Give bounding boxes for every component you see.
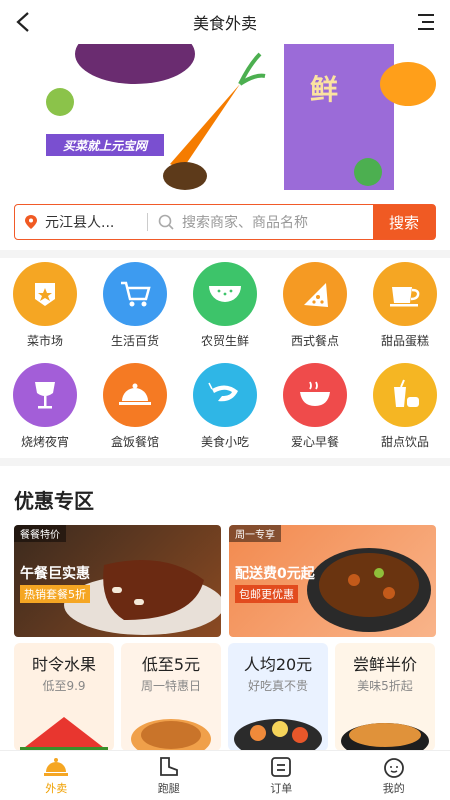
deal-card-lunch[interactable]: 餐餐特价 午餐巨实惠 热销套餐5折 — [14, 525, 221, 637]
tab-label: 外卖 — [45, 781, 68, 795]
banner-promo-label: 买菜就上元宝网 — [46, 134, 164, 156]
promo-card-20yuan[interactable]: 人均20元 好吃真不贵 — [228, 643, 328, 751]
tab-label: 跑腿 — [157, 781, 180, 795]
deal-tag: 周一专享 — [229, 525, 281, 542]
location-pin-icon — [25, 215, 37, 229]
set-meal-image — [234, 719, 322, 751]
promo-card-5yuan[interactable]: 低至5元 周一特惠日 — [121, 643, 221, 751]
category-label: 爱心早餐 — [290, 435, 339, 449]
category-label: 菜市场 — [26, 334, 63, 348]
watermelon-icon — [193, 262, 257, 326]
section-divider — [0, 250, 450, 258]
market-icon — [13, 262, 77, 326]
category-item[interactable]: 甜品蛋糕 — [360, 262, 450, 349]
pizza-icon — [283, 262, 347, 326]
location-selector[interactable]: 元江县人... — [15, 212, 147, 232]
category-label: 烧烤夜宵 — [20, 435, 69, 449]
fresh-char: 鲜 — [310, 73, 338, 106]
wine-icon — [13, 363, 77, 427]
promo-card-title: 尝鲜半价 — [352, 655, 417, 674]
tab-orders[interactable]: 订单 — [225, 751, 338, 800]
category-grid: 菜市场 生活百货 农贸生鲜 西式餐点 甜品蛋糕 烧烤夜宵 盒饭餐馆 美食小吃 爱… — [0, 262, 450, 450]
search-placeholder: 搜索商家、商品名称 — [182, 215, 308, 231]
location-text: 元江县人... — [45, 215, 115, 231]
category-label: 美食小吃 — [200, 435, 249, 449]
dish-cover-icon — [103, 363, 167, 427]
shrimp-icon — [193, 363, 257, 427]
deal-subtitle: 热销套餐5折 — [20, 585, 90, 603]
order-icon — [271, 756, 292, 777]
back-icon[interactable] — [12, 10, 36, 34]
search-input[interactable]: 搜索商家、商品名称 — [148, 212, 373, 232]
deal-card-delivery[interactable]: 周一专享 配送费0元起 包邮更优惠 — [229, 525, 436, 637]
promo-card-subtitle: 美味5折起 — [357, 679, 413, 693]
banner-illustration: 鲜 — [46, 44, 436, 190]
boot-icon — [159, 756, 178, 776]
profile-icon — [383, 757, 404, 778]
tab-takeout[interactable]: 外卖 — [0, 751, 113, 800]
category-label: 甜品蛋糕 — [380, 334, 429, 348]
tab-errand[interactable]: 跑腿 — [113, 751, 226, 800]
promo-section-title: 优惠专区 — [14, 489, 94, 513]
category-item[interactable]: 爱心早餐 — [270, 363, 360, 450]
deal-tag: 餐餐特价 — [14, 525, 66, 542]
takeout-icon — [44, 757, 69, 776]
category-item[interactable]: 盒饭餐馆 — [90, 363, 180, 450]
category-label: 甜点饮品 — [380, 435, 429, 449]
category-item[interactable]: 农贸生鲜 — [180, 262, 270, 349]
category-label: 西式餐点 — [290, 334, 339, 348]
deal-headline: 午餐巨实惠 — [20, 566, 90, 582]
deal-subtitle: 包邮更优惠 — [235, 585, 298, 603]
page-title: 美食外卖 — [192, 14, 257, 33]
category-item[interactable]: 西式餐点 — [270, 262, 360, 349]
promo-card-title: 人均20元 — [243, 655, 313, 674]
bowl-icon — [283, 363, 347, 427]
drink-icon — [373, 363, 437, 427]
bottom-tab-bar: 外卖 跑腿 订单 我的 — [0, 750, 450, 800]
deal-headline: 配送费0元起 — [235, 566, 315, 582]
tab-label: 我的 — [382, 781, 405, 795]
promo-banner[interactable]: 鲜 买菜就上元宝网 — [0, 44, 450, 194]
search-button[interactable]: 搜索 — [373, 205, 435, 239]
coffee-icon — [373, 262, 437, 326]
tab-profile[interactable]: 我的 — [338, 751, 450, 800]
promo-card-subtitle: 周一特惠日 — [140, 679, 201, 693]
promo-card-fruit[interactable]: 时令水果 低至9.9 — [14, 643, 114, 751]
promo-card-title: 低至5元 — [141, 655, 201, 674]
category-item[interactable]: 生活百货 — [90, 262, 180, 349]
promo-card-title: 时令水果 — [31, 655, 96, 674]
promo-card-subtitle: 低至9.9 — [42, 679, 86, 693]
header-bar: 美食外卖 — [0, 0, 450, 44]
promo-card-subtitle: 好吃真不贵 — [247, 679, 308, 693]
menu-icon[interactable] — [414, 12, 436, 32]
watermelon-image — [20, 717, 108, 751]
noodles-image — [131, 719, 211, 751]
category-item[interactable]: 烧烤夜宵 — [0, 363, 90, 450]
category-item[interactable]: 甜点饮品 — [360, 363, 450, 450]
cart-icon — [103, 262, 167, 326]
category-label: 盒饭餐馆 — [110, 435, 159, 449]
category-item[interactable]: 美食小吃 — [180, 363, 270, 450]
search-bar: 元江县人... 搜索商家、商品名称 搜索 — [14, 204, 436, 240]
category-item[interactable]: 菜市场 — [0, 262, 90, 349]
search-icon — [158, 214, 174, 230]
category-label: 农贸生鲜 — [200, 334, 249, 348]
ramen-image — [341, 723, 429, 751]
promo-card-half-price[interactable]: 尝鲜半价 美味5折起 — [335, 643, 435, 751]
category-label: 生活百货 — [110, 334, 159, 348]
tab-label: 订单 — [270, 781, 293, 795]
section-divider — [0, 458, 450, 466]
